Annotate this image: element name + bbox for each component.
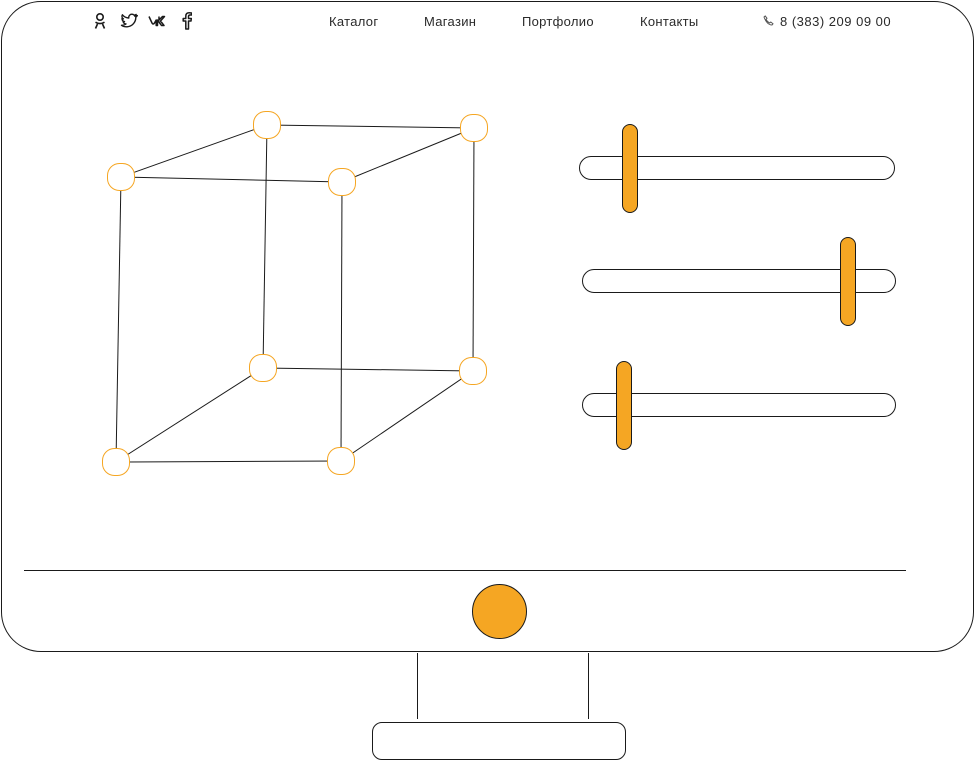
- cube-vertex[interactable]: [253, 111, 281, 139]
- slider-2-thumb[interactable]: [840, 237, 857, 326]
- cube-edge: [472, 127, 475, 372]
- cube-edge: [262, 367, 474, 372]
- cube-edge: [115, 367, 264, 463]
- wireframe-cube: [102, 111, 488, 476]
- cube-vertex[interactable]: [460, 114, 488, 142]
- cube-vertex[interactable]: [459, 357, 487, 385]
- cube-vertex[interactable]: [102, 448, 130, 476]
- slider-2[interactable]: [582, 237, 896, 326]
- cube-edge: [120, 176, 343, 183]
- cube-edge: [340, 181, 343, 462]
- cube-vertex[interactable]: [107, 163, 135, 191]
- cube-edge: [340, 370, 474, 462]
- slider-3[interactable]: [582, 361, 896, 450]
- cube-edge: [341, 127, 475, 183]
- slider-1[interactable]: [579, 124, 895, 213]
- cube-edge: [266, 124, 475, 129]
- cube-vertex[interactable]: [327, 447, 355, 475]
- cube-edge: [115, 460, 342, 463]
- cube-edge: [115, 176, 122, 463]
- cube-edge: [262, 124, 268, 369]
- cube-vertex[interactable]: [249, 354, 277, 382]
- slider-1-thumb[interactable]: [622, 124, 639, 213]
- cube-vertex[interactable]: [328, 168, 356, 196]
- slider-3-thumb[interactable]: [615, 361, 632, 450]
- cube-edge: [120, 124, 268, 178]
